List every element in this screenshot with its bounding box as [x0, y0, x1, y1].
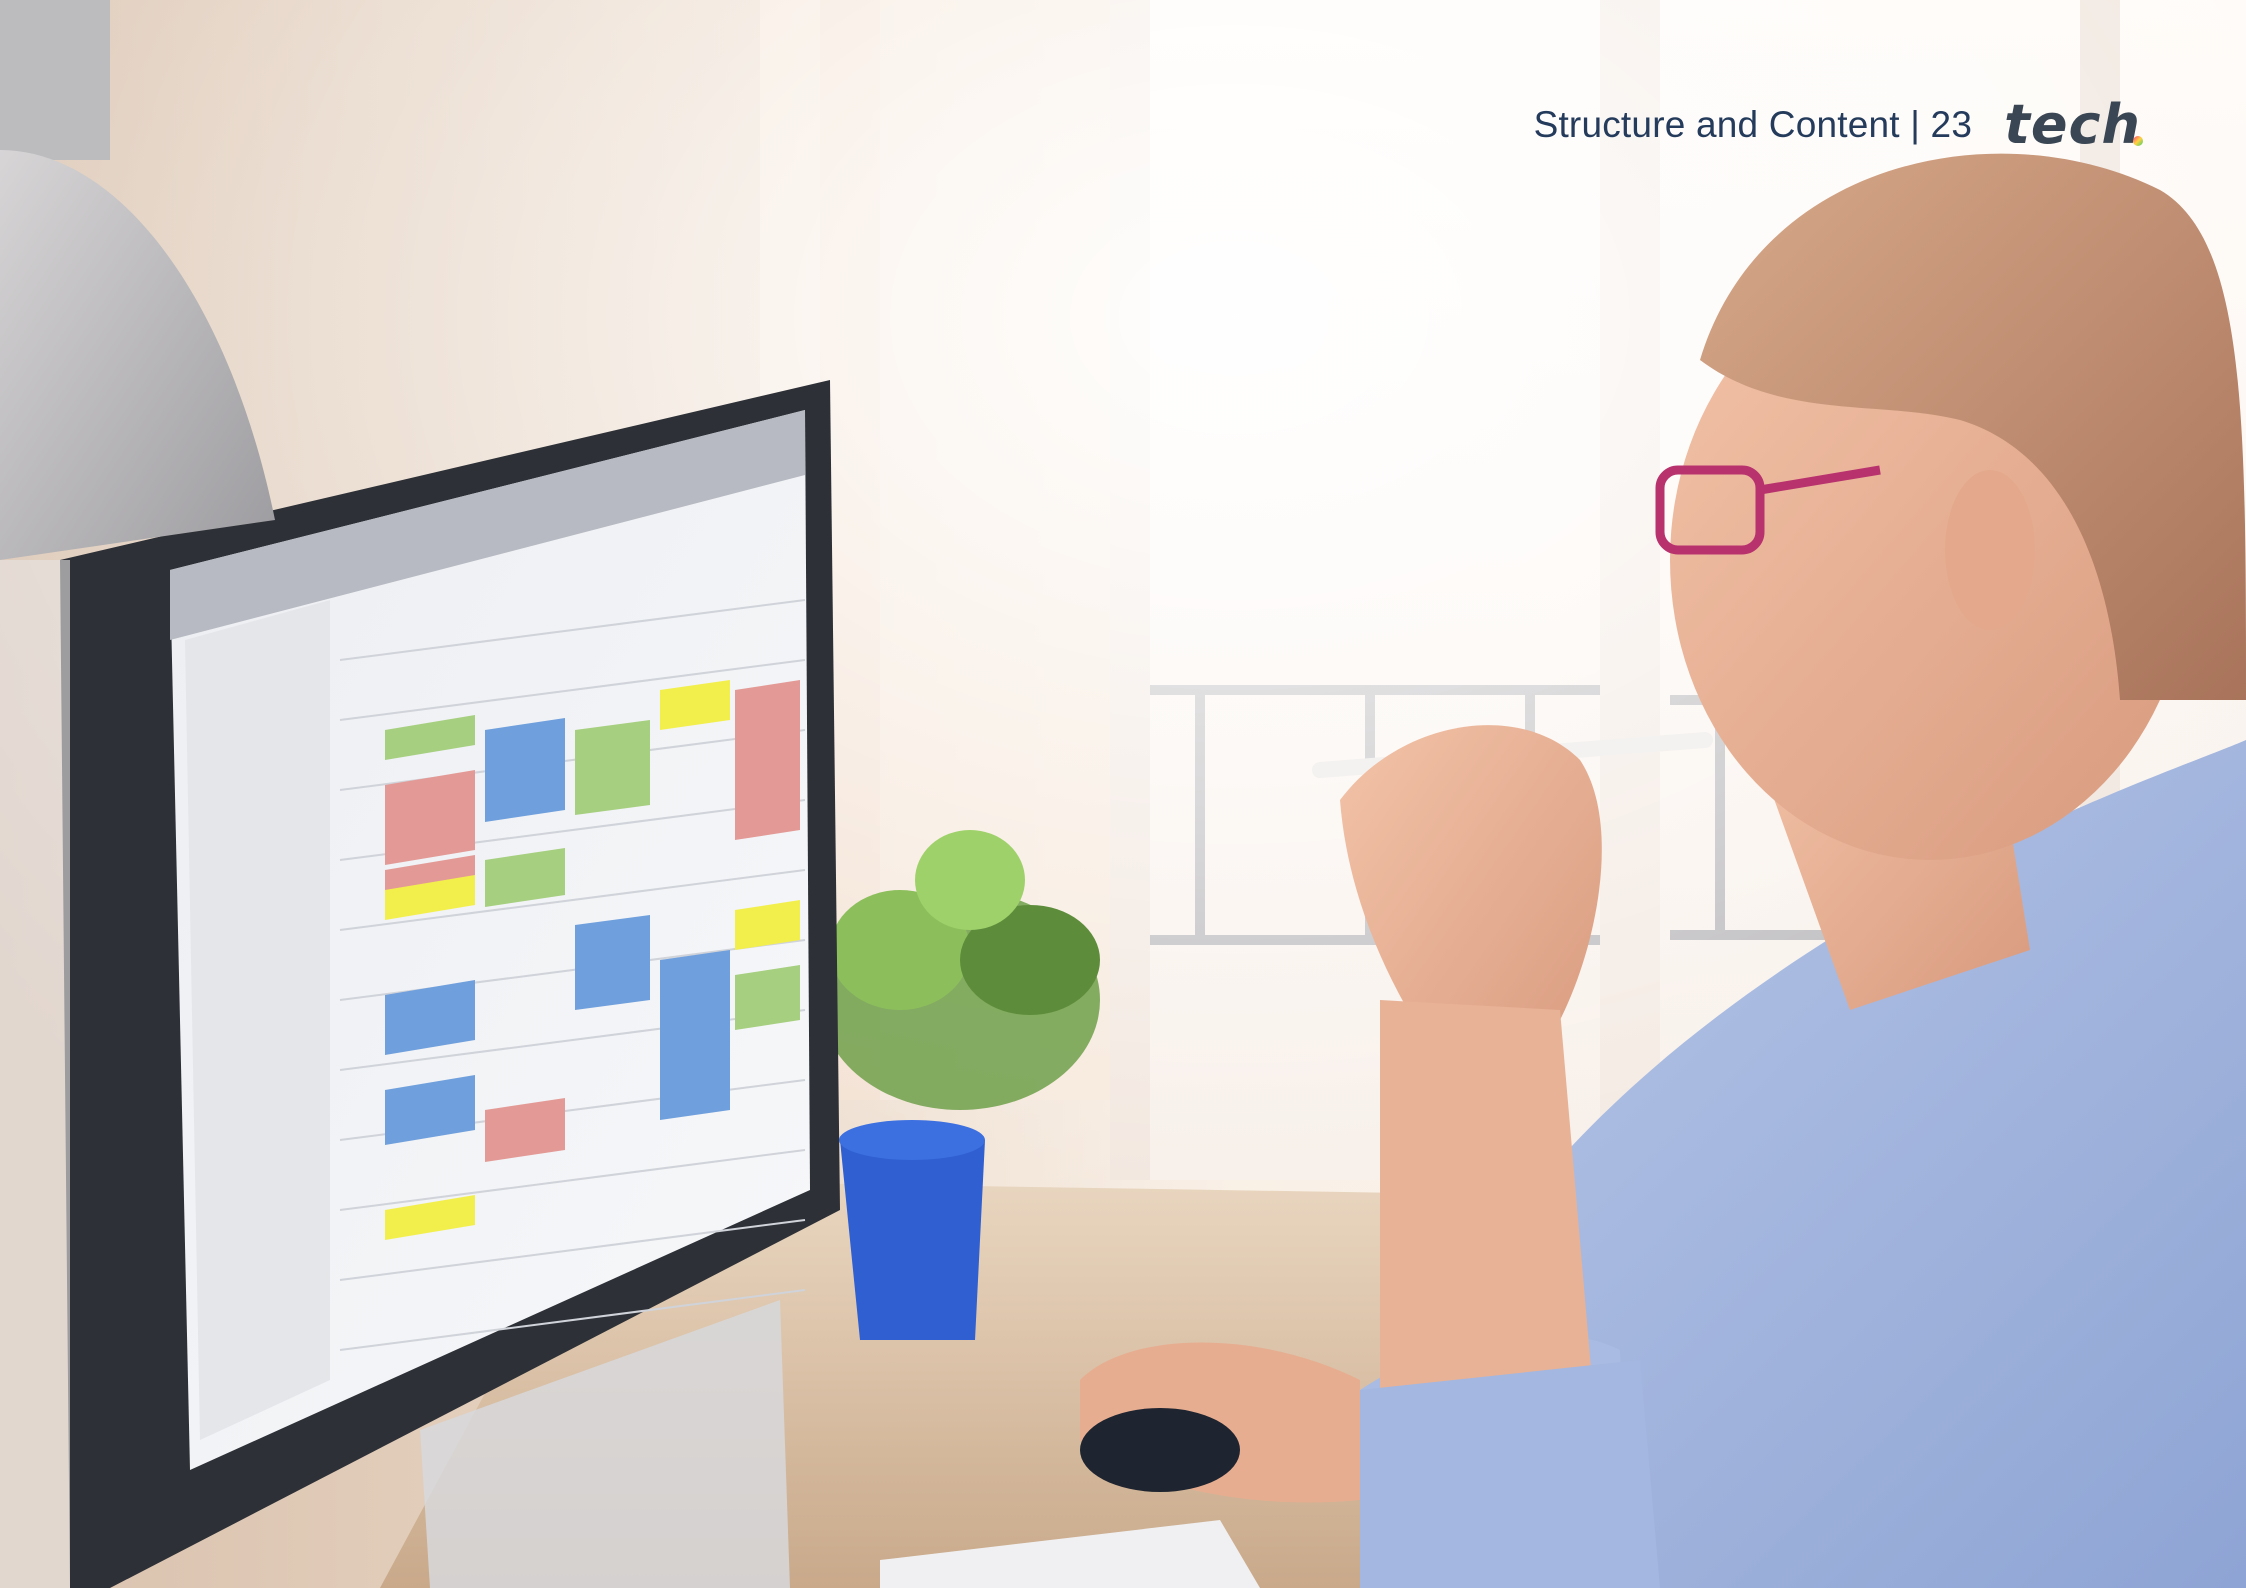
logo-dot-icon	[2133, 136, 2143, 146]
tech-logo-text: tech	[2004, 93, 2141, 156]
tech-logo: tech	[2004, 98, 2143, 152]
page-header: Structure and Content | 23 tech	[1533, 98, 2143, 152]
section-title: Structure and Content | 23	[1533, 104, 1973, 145]
office-photo	[0, 0, 2246, 1588]
